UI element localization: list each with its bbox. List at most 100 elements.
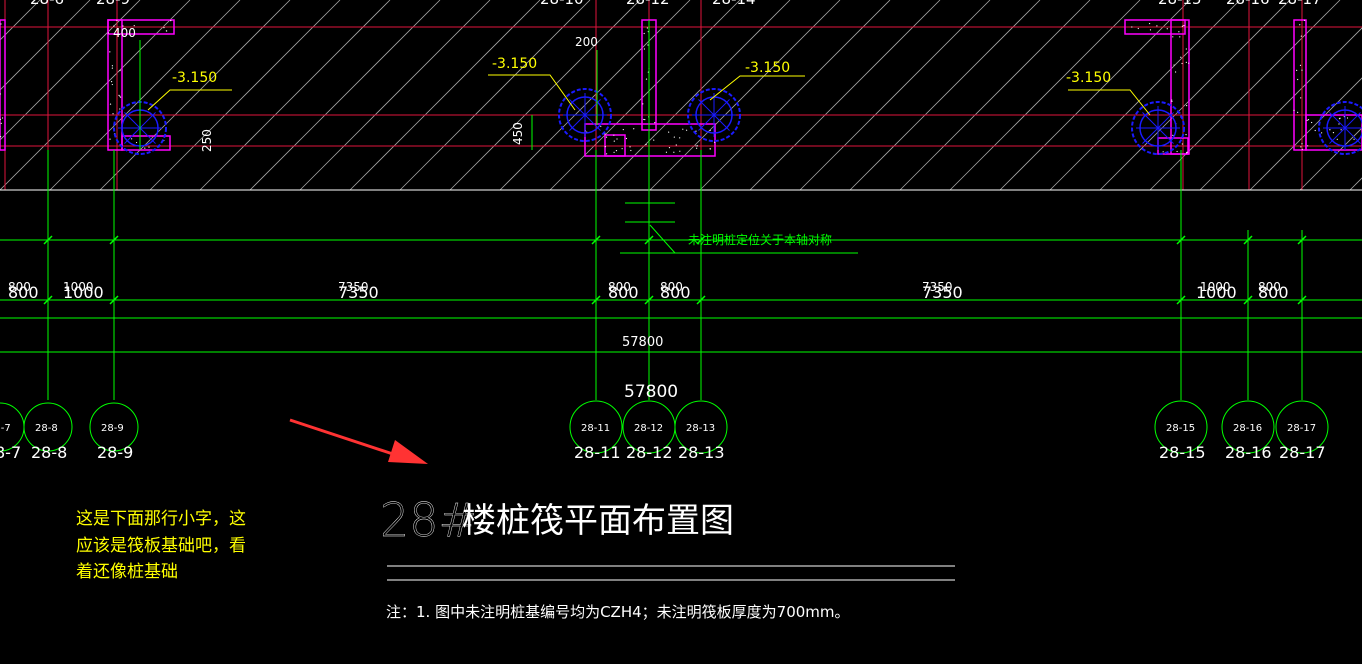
wall-speckle bbox=[1301, 70, 1302, 71]
wall-speckle bbox=[654, 122, 655, 123]
axis-bubble: 28-17 28-17 bbox=[1276, 401, 1328, 462]
wall-speckle bbox=[695, 145, 696, 146]
wall-speckle bbox=[1302, 149, 1303, 150]
wall-speckle bbox=[1337, 139, 1338, 140]
axis-bubble-outer: 8-7 bbox=[0, 443, 21, 462]
top-axis-label: 28-6 bbox=[30, 0, 64, 8]
top-axis-label: 28-16 bbox=[1226, 0, 1270, 8]
dim-text: 7350 bbox=[922, 283, 963, 302]
axis-bubble: 28-12 28-12 bbox=[623, 401, 675, 462]
wall-speckle bbox=[1156, 25, 1157, 26]
wall-speckle bbox=[108, 32, 109, 33]
wall-speckle bbox=[1182, 26, 1183, 27]
wall-speckle bbox=[682, 129, 683, 130]
cad-drawing-canvas: 28-6 28-9 28-10 28-12 28-14 28-15 28-16 … bbox=[0, 0, 1362, 664]
dim-text: 800 bbox=[1258, 283, 1289, 302]
wall-speckle bbox=[1296, 70, 1297, 71]
total-dim-large: 57800 bbox=[624, 382, 678, 402]
wall-speckle bbox=[112, 65, 113, 66]
wall-speckle bbox=[645, 144, 646, 145]
wall-speckle bbox=[600, 126, 601, 127]
wall-speckle bbox=[1300, 65, 1301, 66]
axis-bubble-outer: 28-13 bbox=[678, 443, 725, 462]
hatch-line bbox=[1200, 0, 1362, 190]
wall-speckle bbox=[112, 84, 113, 85]
wall-speckle bbox=[605, 146, 606, 147]
top-axis-label: 28-12 bbox=[626, 0, 670, 8]
wall-speckle bbox=[646, 79, 647, 80]
drawing-title-text: 楼桩筏平面布置图 bbox=[462, 501, 734, 541]
total-dim-small: 57800 bbox=[622, 335, 663, 350]
hatch-line bbox=[1350, 0, 1362, 190]
axis-bubble: 28-11 28-11 bbox=[570, 401, 622, 462]
red-grid-lines bbox=[0, 0, 1362, 190]
wall-speckle bbox=[1131, 26, 1132, 27]
wall-speckle bbox=[1181, 63, 1182, 64]
axis-bubble: 28-16 28-16 bbox=[1222, 401, 1274, 462]
top-axis-label: 28-14 bbox=[712, 0, 756, 8]
wall-speckle bbox=[676, 144, 677, 145]
hatch-line bbox=[200, 0, 390, 190]
axis-bubble-inner: 28-11 bbox=[581, 423, 610, 434]
axis-bubble-inner: 28-16 bbox=[1233, 423, 1262, 434]
wall-speckle bbox=[1176, 151, 1177, 152]
wall-speckle bbox=[613, 152, 614, 153]
wall-speckle bbox=[111, 81, 112, 82]
hatch-line bbox=[700, 0, 890, 190]
wall-speckle bbox=[613, 135, 614, 136]
wall-speckle bbox=[1138, 28, 1139, 29]
hatch-line bbox=[900, 0, 1090, 190]
elevation-label: -3.150 bbox=[745, 60, 790, 76]
dim-text: 1000 bbox=[63, 283, 104, 302]
wall-speckle bbox=[686, 130, 687, 131]
wall-speckle bbox=[1300, 146, 1301, 147]
top-axis-label: 28-17 bbox=[1278, 0, 1322, 8]
wall-speckle bbox=[1299, 24, 1300, 25]
wall-speckle bbox=[1172, 135, 1173, 136]
wall-speckle bbox=[622, 148, 623, 149]
wall-speckle bbox=[1, 123, 2, 124]
elevation-label: -3.150 bbox=[172, 70, 217, 86]
dim-text: 800 bbox=[8, 283, 39, 302]
depth-dim-450: 450 bbox=[511, 122, 525, 145]
pile-spoke bbox=[1142, 128, 1158, 144]
wall-speckle bbox=[1315, 130, 1316, 131]
dim-text: 1000 bbox=[1196, 283, 1237, 302]
elevation-label: -3.150 bbox=[1066, 70, 1111, 86]
wall-speckle bbox=[148, 146, 149, 147]
wall-speckle bbox=[112, 113, 113, 114]
wall-speckle bbox=[1333, 132, 1334, 133]
wall-speckle bbox=[647, 44, 648, 45]
drawing-note: 注：1. 图中未注明桩基编号均为CZH4；未注明筏板厚度为700mm。 bbox=[386, 603, 850, 621]
top-axis-labels: 28-6 28-9 28-10 28-12 28-14 28-15 28-16 … bbox=[30, 0, 1322, 8]
wall-speckle bbox=[0, 93, 1, 94]
axis-bubble-inner: 28-12 bbox=[634, 423, 663, 434]
wall-speckle bbox=[623, 129, 624, 130]
pile-spoke bbox=[569, 115, 585, 131]
axis-bubble: 28-7 8-7 bbox=[0, 403, 24, 462]
wall-speckle bbox=[616, 150, 617, 151]
wall-speckle bbox=[0, 136, 1, 137]
wall-speckle bbox=[1149, 23, 1150, 24]
pile-position-note: 未注明桩定位关于本轴对称 bbox=[688, 232, 832, 247]
wall-speckle bbox=[1301, 36, 1302, 37]
wall-speckle bbox=[1307, 145, 1308, 146]
wall-speckle bbox=[644, 119, 645, 120]
wall-speckle bbox=[606, 153, 607, 154]
wall-speckle bbox=[1347, 117, 1348, 118]
axis-bubble-outer: 28-9 bbox=[97, 443, 133, 462]
wall-speckle bbox=[1186, 62, 1187, 63]
wall-speckle bbox=[1338, 123, 1339, 124]
wall-speckle bbox=[1300, 97, 1301, 98]
wall-speckle bbox=[644, 33, 645, 34]
annotation-line: 着还像桩基础 bbox=[76, 562, 178, 582]
axis-bubble: 28-13 28-13 bbox=[675, 401, 727, 462]
wall-speckle bbox=[1172, 36, 1173, 37]
dim-text: 7350 bbox=[338, 283, 379, 302]
axis-bubble-inner: 28-13 bbox=[686, 423, 715, 434]
dim-text: 800 bbox=[608, 283, 639, 302]
wall-speckle bbox=[109, 139, 110, 140]
red-arrow-icon bbox=[290, 420, 428, 464]
wall-speckle bbox=[647, 27, 648, 28]
hatch-line bbox=[650, 0, 840, 190]
